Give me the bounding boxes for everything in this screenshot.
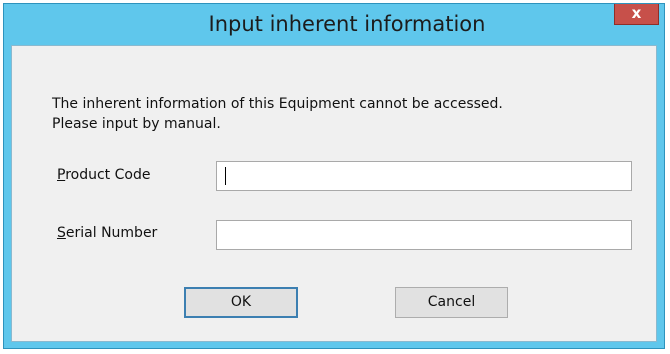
serial-number-label-mnemonic: S: [57, 225, 66, 241]
ok-button[interactable]: OK: [184, 287, 298, 318]
dialog-body: The inherent information of this Equipme…: [11, 45, 657, 342]
cancel-button[interactable]: Cancel: [395, 287, 508, 318]
message-line-2: Please input by manual.: [52, 116, 221, 132]
product-code-label-mnemonic: P: [57, 167, 66, 183]
message-text: The inherent information of this Equipme…: [52, 94, 503, 134]
text-caret: [225, 167, 226, 185]
product-code-input[interactable]: [216, 161, 632, 191]
dialog-window: Input inherent information x The inheren…: [3, 3, 665, 349]
dialog-title: Input inherent information: [208, 12, 486, 36]
product-code-label: Product Code: [57, 167, 150, 183]
product-code-label-text: roduct Code: [65, 167, 151, 183]
serial-number-input[interactable]: [216, 220, 632, 250]
serial-number-label: Serial Number: [57, 225, 157, 241]
title-bar[interactable]: Input inherent information x: [4, 4, 664, 42]
message-line-1: The inherent information of this Equipme…: [52, 96, 503, 112]
close-button[interactable]: x: [614, 4, 659, 25]
serial-number-label-text: erial Number: [65, 225, 158, 241]
